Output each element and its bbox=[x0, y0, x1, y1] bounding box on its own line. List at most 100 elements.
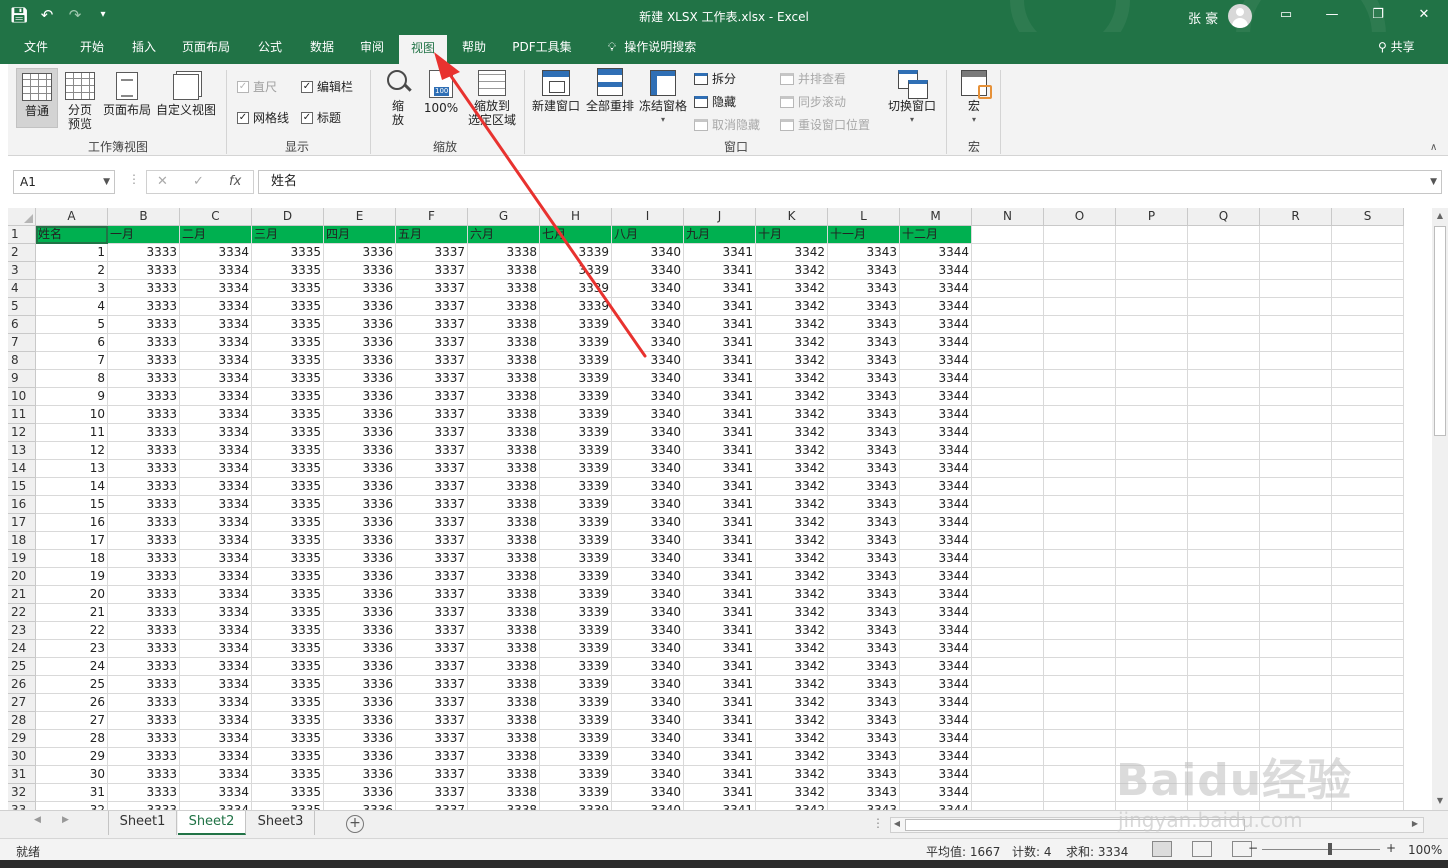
cell[interactable] bbox=[1332, 406, 1404, 424]
cell[interactable] bbox=[1116, 514, 1188, 532]
value-cell[interactable]: 3335 bbox=[252, 388, 324, 406]
row-header[interactable]: 33 bbox=[8, 802, 36, 810]
value-cell[interactable]: 3344 bbox=[900, 424, 972, 442]
index-cell[interactable]: 25 bbox=[36, 676, 108, 694]
cell[interactable] bbox=[1116, 550, 1188, 568]
value-cell[interactable]: 3335 bbox=[252, 478, 324, 496]
value-cell[interactable]: 3341 bbox=[684, 532, 756, 550]
value-cell[interactable]: 3338 bbox=[468, 460, 540, 478]
index-cell[interactable]: 8 bbox=[36, 370, 108, 388]
tell-me-search[interactable]: 💡︎ 操作说明搜索 bbox=[596, 32, 708, 64]
cell[interactable] bbox=[1188, 478, 1260, 496]
value-cell[interactable]: 3339 bbox=[540, 676, 612, 694]
value-cell[interactable]: 3339 bbox=[540, 748, 612, 766]
value-cell[interactable]: 3336 bbox=[324, 406, 396, 424]
row-header[interactable]: 22 bbox=[8, 604, 36, 622]
value-cell[interactable]: 3336 bbox=[324, 748, 396, 766]
cell[interactable] bbox=[1116, 406, 1188, 424]
cell[interactable] bbox=[1332, 316, 1404, 334]
index-cell[interactable]: 7 bbox=[36, 352, 108, 370]
cell[interactable] bbox=[1332, 586, 1404, 604]
value-cell[interactable]: 3334 bbox=[180, 658, 252, 676]
value-cell[interactable]: 3342 bbox=[756, 658, 828, 676]
value-cell[interactable]: 3340 bbox=[612, 658, 684, 676]
value-cell[interactable]: 3341 bbox=[684, 496, 756, 514]
value-cell[interactable]: 3338 bbox=[468, 406, 540, 424]
row-header[interactable]: 24 bbox=[8, 640, 36, 658]
value-cell[interactable]: 3335 bbox=[252, 352, 324, 370]
value-cell[interactable]: 3336 bbox=[324, 298, 396, 316]
value-cell[interactable]: 3340 bbox=[612, 370, 684, 388]
zoom-in-icon[interactable]: + bbox=[1386, 841, 1396, 855]
value-cell[interactable]: 3338 bbox=[468, 370, 540, 388]
value-cell[interactable]: 3335 bbox=[252, 784, 324, 802]
cell[interactable] bbox=[972, 298, 1044, 316]
value-cell[interactable]: 3341 bbox=[684, 586, 756, 604]
row-header[interactable]: 4 bbox=[8, 280, 36, 298]
value-cell[interactable]: 3340 bbox=[612, 388, 684, 406]
cell[interactable] bbox=[1044, 280, 1116, 298]
value-cell[interactable]: 3342 bbox=[756, 334, 828, 352]
value-cell[interactable]: 3336 bbox=[324, 352, 396, 370]
cell[interactable] bbox=[1332, 694, 1404, 712]
value-cell[interactable]: 3342 bbox=[756, 622, 828, 640]
value-cell[interactable]: 3338 bbox=[468, 766, 540, 784]
value-cell[interactable]: 3340 bbox=[612, 496, 684, 514]
value-cell[interactable]: 3334 bbox=[180, 460, 252, 478]
row-header[interactable]: 27 bbox=[8, 694, 36, 712]
column-header-o[interactable]: O bbox=[1044, 208, 1116, 226]
cell[interactable] bbox=[1332, 550, 1404, 568]
cell[interactable] bbox=[1116, 352, 1188, 370]
value-cell[interactable]: 3335 bbox=[252, 460, 324, 478]
header-cell[interactable]: 十二月 bbox=[900, 226, 972, 244]
value-cell[interactable]: 3337 bbox=[396, 622, 468, 640]
ruler-checkbox[interactable]: ✓ 直尺 bbox=[237, 78, 277, 95]
cell[interactable] bbox=[1260, 658, 1332, 676]
value-cell[interactable]: 3340 bbox=[612, 568, 684, 586]
cell[interactable] bbox=[1044, 694, 1116, 712]
value-cell[interactable]: 3343 bbox=[828, 514, 900, 532]
value-cell[interactable]: 3333 bbox=[108, 316, 180, 334]
status-count[interactable]: 计数: 4 bbox=[1012, 843, 1052, 860]
index-cell[interactable]: 17 bbox=[36, 532, 108, 550]
cell[interactable] bbox=[972, 514, 1044, 532]
value-cell[interactable]: 3338 bbox=[468, 568, 540, 586]
cell[interactable] bbox=[1044, 514, 1116, 532]
cell[interactable] bbox=[1260, 640, 1332, 658]
cell[interactable] bbox=[1116, 478, 1188, 496]
value-cell[interactable]: 3340 bbox=[612, 622, 684, 640]
row-header[interactable]: 30 bbox=[8, 748, 36, 766]
column-header-r[interactable]: R bbox=[1260, 208, 1332, 226]
value-cell[interactable]: 3334 bbox=[180, 352, 252, 370]
value-cell[interactable]: 3335 bbox=[252, 802, 324, 810]
value-cell[interactable]: 3343 bbox=[828, 640, 900, 658]
value-cell[interactable]: 3342 bbox=[756, 730, 828, 748]
value-cell[interactable]: 3341 bbox=[684, 316, 756, 334]
value-cell[interactable]: 3344 bbox=[900, 604, 972, 622]
cell[interactable] bbox=[1044, 316, 1116, 334]
value-cell[interactable]: 3338 bbox=[468, 694, 540, 712]
value-cell[interactable]: 3333 bbox=[108, 676, 180, 694]
value-cell[interactable]: 3338 bbox=[468, 424, 540, 442]
cell[interactable] bbox=[972, 424, 1044, 442]
cell[interactable] bbox=[1116, 658, 1188, 676]
value-cell[interactable]: 3343 bbox=[828, 262, 900, 280]
value-cell[interactable]: 3341 bbox=[684, 460, 756, 478]
cell[interactable] bbox=[1332, 640, 1404, 658]
row-header[interactable]: 20 bbox=[8, 568, 36, 586]
value-cell[interactable]: 3334 bbox=[180, 280, 252, 298]
cell[interactable] bbox=[1116, 604, 1188, 622]
cell[interactable] bbox=[972, 388, 1044, 406]
value-cell[interactable]: 3343 bbox=[828, 370, 900, 388]
row-header[interactable]: 5 bbox=[8, 298, 36, 316]
value-cell[interactable]: 3338 bbox=[468, 622, 540, 640]
cell[interactable] bbox=[1332, 370, 1404, 388]
value-cell[interactable]: 3334 bbox=[180, 622, 252, 640]
value-cell[interactable]: 3336 bbox=[324, 640, 396, 658]
value-cell[interactable]: 3338 bbox=[468, 604, 540, 622]
cell[interactable] bbox=[1116, 460, 1188, 478]
value-cell[interactable]: 3334 bbox=[180, 370, 252, 388]
cell[interactable] bbox=[972, 676, 1044, 694]
index-cell[interactable]: 19 bbox=[36, 568, 108, 586]
column-header-j[interactable]: J bbox=[684, 208, 756, 226]
